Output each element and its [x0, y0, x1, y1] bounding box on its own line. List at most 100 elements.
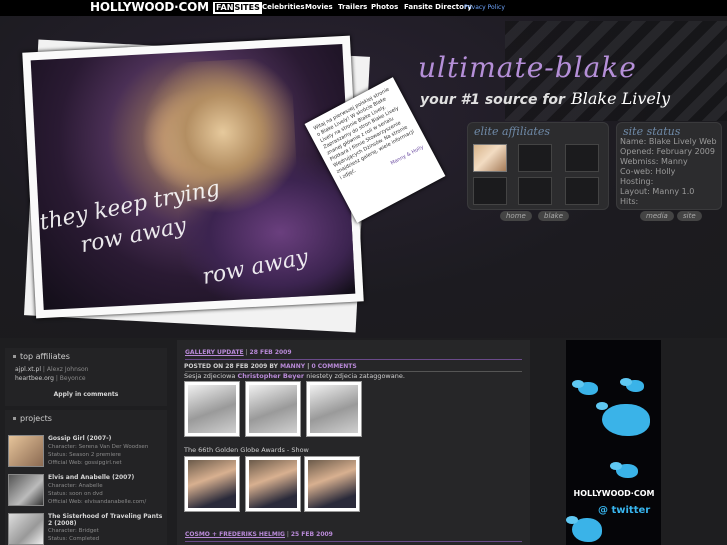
project-thumb[interactable]: [8, 474, 44, 506]
ad-hollywood-logo: HOLLYWOOD·COM: [573, 489, 655, 498]
nav-photos[interactable]: Photos: [371, 0, 398, 15]
gallery-thumb[interactable]: [306, 381, 362, 437]
gallery-thumb[interactable]: [184, 381, 240, 437]
gallery-thumb[interactable]: [184, 456, 240, 512]
fansites-sites: SITES: [234, 3, 260, 12]
project-status: Status: Season 2 premiere: [48, 452, 121, 458]
nav-trailers[interactable]: Trailers: [338, 0, 367, 15]
project-web[interactable]: Official Web: gossipgirl.net: [48, 460, 122, 466]
site-subtitle-name: Blake Lively: [570, 89, 671, 108]
project-character: Character: Serena Van Der Woodsen: [48, 444, 149, 450]
nav-privacy-policy[interactable]: Privacy Policy: [464, 0, 505, 15]
hollywood-logo[interactable]: HOLLYWOOD·COM: [90, 0, 209, 16]
post-divider: [185, 359, 522, 360]
project-status: Status: soon on dvd: [48, 491, 103, 497]
ad-at: @: [598, 505, 608, 516]
project-thumb[interactable]: [8, 435, 44, 467]
top-affiliate-2: heartbee.org | Beyonce: [5, 374, 167, 383]
nav-movies[interactable]: Movies: [305, 0, 333, 15]
post-comments-link[interactable]: 0 COMMENTS: [311, 363, 356, 370]
bird-icon: [610, 462, 638, 478]
post-category[interactable]: GALLERY UPDATE: [185, 349, 244, 356]
gallery-thumb-image: [310, 385, 358, 433]
gallery-thumb-image: [249, 385, 297, 433]
post-divider: [185, 541, 522, 542]
project-item: Elvis and Anabelle (2007) Character: Ana…: [8, 474, 168, 510]
project-character: Character: Anabelle: [48, 483, 103, 489]
post-header: COSMO + FREDERIKS HELMIG | 25 FEB 2009: [185, 531, 333, 541]
twitter-ad[interactable]: HOLLYWOOD·COM @ twitter: [566, 340, 661, 545]
top-affiliates-box: top affiliates ajpl.xt.pl | Alexz Johnso…: [5, 348, 167, 406]
projects-title: projects: [5, 410, 167, 427]
main-content: GALLERY UPDATE | 28 FEB 2009 POSTED ON 2…: [177, 340, 530, 545]
page: HOLLYWOOD·COM FANSITES Celebrities Movie…: [0, 0, 727, 545]
project-thumb[interactable]: [8, 513, 44, 545]
site-header: they keep trying row away row away Witaj…: [0, 16, 727, 338]
elite-affiliate-1[interactable]: [473, 144, 507, 172]
ad-twitter-logo: @ twitter: [598, 505, 650, 516]
top-affiliate-2-name: Beyonce: [59, 375, 86, 382]
top-bar: HOLLYWOOD·COM FANSITES Celebrities Movie…: [0, 0, 727, 16]
post-text-c: niestety zdjecia zataggowane.: [306, 372, 405, 380]
fansites-fan: FAN: [215, 3, 235, 12]
nav-celebrities[interactable]: Celebrities: [262, 0, 305, 15]
elite-affiliate-3[interactable]: [565, 144, 599, 172]
status-layout: Layout: Manny 1.0: [620, 187, 695, 196]
project-character: Character: Bridget: [48, 528, 99, 534]
site-title: ultimate-blake: [418, 51, 637, 84]
top-affiliate-1: ajpl.xt.pl | Alexz Johnson: [5, 365, 167, 374]
tag-blake[interactable]: blake: [538, 211, 570, 221]
bird-icon: [596, 402, 650, 436]
gallery-thumb-image: [188, 385, 236, 433]
project-web[interactable]: Official Web: elvisandanabelle.com/: [48, 499, 146, 505]
elite-affiliate-2[interactable]: [518, 144, 552, 172]
elite-affiliate-4[interactable]: [473, 177, 507, 205]
post-author[interactable]: MANNY: [280, 363, 305, 370]
project-item: Gossip Girl (2007-) Character: Serena Va…: [8, 435, 168, 471]
post-meta: POSTED ON 28 FEB 2009 BY MANNY | 0 COMME…: [184, 363, 357, 370]
gallery-thumb-image: [249, 460, 297, 508]
gallery-thumb[interactable]: [304, 456, 360, 512]
post-header: GALLERY UPDATE | 28 FEB 2009: [185, 349, 292, 359]
bird-icon: [620, 378, 644, 392]
post-text-photographer[interactable]: Christopher Beyer: [237, 372, 304, 380]
status-webmiss: Webmiss: Manny: [620, 157, 688, 166]
gallery-thumb-image: [188, 460, 236, 508]
post-meta-prefix: POSTED ON 28 FEB 2009 BY: [184, 363, 278, 370]
project-item: The Sisterhood of Traveling Pants 2 (200…: [8, 513, 168, 545]
ad-twitter-word: twitter: [611, 505, 651, 516]
fansites-logo[interactable]: FANSITES: [213, 2, 262, 14]
tag-site[interactable]: site: [677, 211, 702, 221]
post-text: Sesja zdjeciowa Christopher Beyer nieste…: [184, 372, 405, 380]
site-subtitle: your #1 source for Blake Lively: [420, 89, 670, 108]
status-hits: Hits:: [620, 197, 639, 206]
status-coweb: Co-web: Holly: [620, 167, 676, 176]
elite-affiliate-6[interactable]: [565, 177, 599, 205]
project-status: Status: Completed: [48, 536, 100, 542]
photo-frame: they keep trying row away row away: [22, 35, 364, 319]
post-date: 28 FEB 2009: [249, 349, 292, 356]
tag-media[interactable]: media: [640, 211, 674, 221]
gallery-thumb[interactable]: [245, 456, 301, 512]
project-title: Gossip Girl (2007-): [48, 435, 112, 442]
site-subtitle-text: your #1 source for: [420, 92, 565, 108]
apply-in-comments[interactable]: Apply in comments: [5, 383, 167, 398]
top-affiliates-title: top affiliates: [5, 348, 167, 365]
top-affiliate-1-name: Alexz Johnson: [46, 366, 89, 373]
status-name: Name: Blake Lively Web: [620, 137, 717, 146]
status-hosting: Hosting:: [620, 177, 654, 186]
top-affiliate-2-link[interactable]: heartbee.org: [15, 375, 54, 382]
gallery-thumb-image: [308, 460, 356, 508]
tag-home[interactable]: home: [500, 211, 532, 221]
elite-affiliates-title: elite affiliates: [474, 125, 551, 138]
gallery-thumb[interactable]: [245, 381, 301, 437]
post-category[interactable]: COSMO + FREDERIKS HELMIG: [185, 531, 285, 538]
elite-affiliate-5[interactable]: [518, 177, 552, 205]
post-text-2: The 66th Golden Globe Awards - Show: [184, 446, 309, 454]
post-date: 25 FEB 2009: [290, 531, 333, 538]
nav-fansite-directory[interactable]: Fansite Directory: [404, 0, 472, 15]
project-title: The Sisterhood of Traveling Pants 2 (200…: [48, 513, 163, 527]
top-affiliate-1-link[interactable]: ajpl.xt.pl: [15, 366, 41, 373]
bird-icon: [572, 380, 598, 395]
project-title: Elvis and Anabelle (2007): [48, 474, 135, 481]
